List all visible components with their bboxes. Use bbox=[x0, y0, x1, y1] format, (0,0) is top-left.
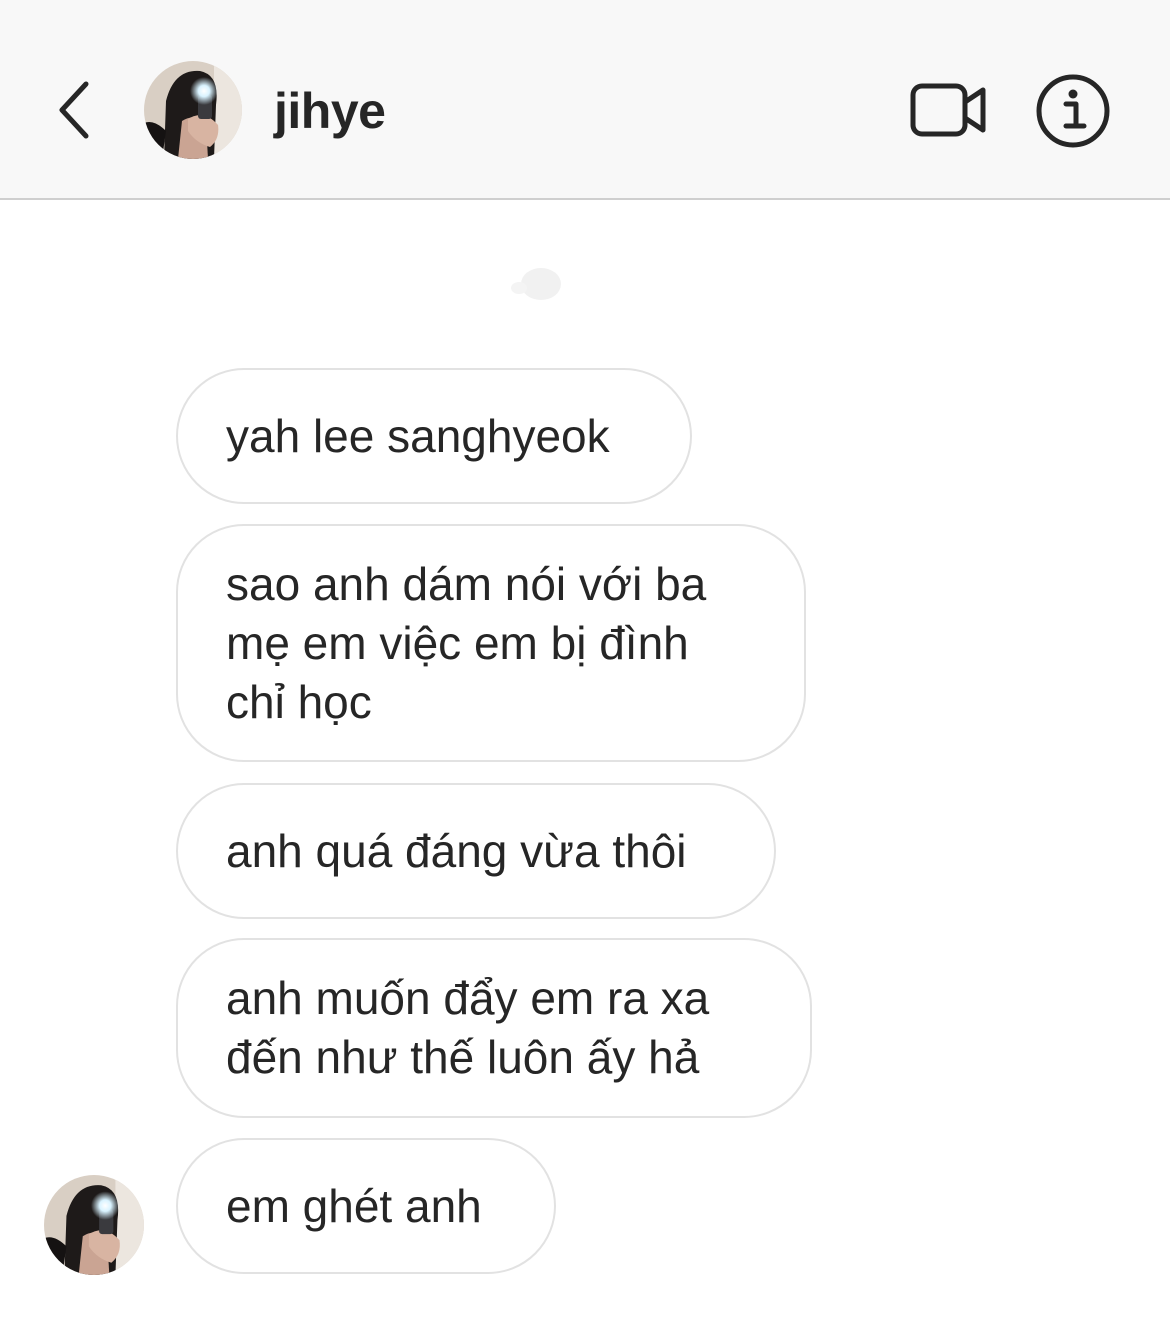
profile-photo bbox=[44, 1175, 144, 1275]
sender-avatar[interactable] bbox=[44, 1175, 144, 1275]
profile-photo bbox=[144, 61, 242, 159]
message-bubble[interactable]: yah lee sanghyeok bbox=[176, 368, 692, 504]
video-call-button[interactable] bbox=[904, 74, 994, 146]
message-bubble[interactable]: em ghét anh bbox=[176, 1138, 556, 1274]
chevron-left-icon bbox=[59, 81, 89, 139]
chat-header: jihye bbox=[0, 0, 1170, 200]
message-bubble[interactable]: anh muốn đẩy em ra xa đến như thế luôn ấ… bbox=[176, 938, 812, 1118]
info-button[interactable] bbox=[1032, 70, 1114, 152]
message-bubble[interactable]: sao anh dám nói với ba mẹ em việc em bị … bbox=[176, 524, 806, 762]
avatar[interactable] bbox=[144, 61, 242, 159]
chat-username[interactable]: jihye bbox=[274, 82, 386, 140]
message-bubble[interactable]: anh quá đáng vừa thôi bbox=[176, 783, 776, 919]
faint-sticker-icon bbox=[511, 268, 561, 300]
back-button[interactable] bbox=[44, 70, 104, 150]
video-camera-icon bbox=[910, 83, 986, 137]
info-icon bbox=[1036, 74, 1110, 148]
